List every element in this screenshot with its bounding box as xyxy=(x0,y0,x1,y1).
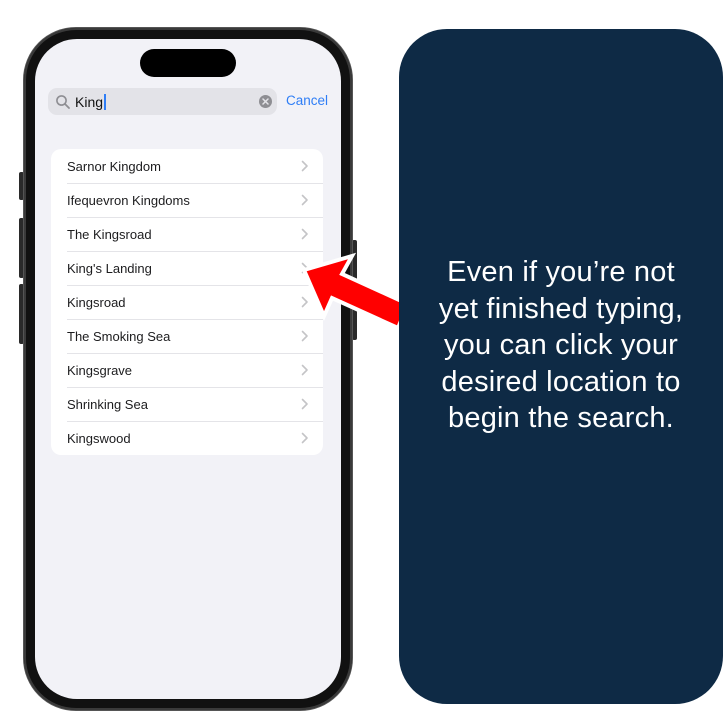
info-callout-card: Even if you’re not yet finished typing, … xyxy=(399,29,723,704)
chevron-right-icon xyxy=(301,398,309,410)
result-label: The Kingsroad xyxy=(67,226,152,242)
result-label: Ifequevron Kingdoms xyxy=(67,192,190,208)
result-row[interactable]: King's Landing xyxy=(51,251,323,285)
search-field[interactable]: King xyxy=(48,88,277,115)
chevron-right-icon xyxy=(301,194,309,206)
result-label: King's Landing xyxy=(67,260,152,276)
result-row[interactable]: The Smoking Sea xyxy=(51,319,323,353)
callout-line: you can click your xyxy=(443,329,679,362)
result-row[interactable]: Kingsgrave xyxy=(51,353,323,387)
cancel-button[interactable]: Cancel xyxy=(286,93,328,108)
clear-icon[interactable] xyxy=(259,95,272,108)
result-label: Kingsgrave xyxy=(67,362,133,378)
result-label: Sarnor Kingdom xyxy=(67,158,161,174)
chevron-right-icon xyxy=(301,432,309,444)
result-row[interactable]: Shrinking Sea xyxy=(51,387,323,421)
result-label: Kingsroad xyxy=(67,294,126,310)
phone-screen: King Cancel Sarnor Kingdom Ifequevron Kin… xyxy=(35,39,341,699)
search-icon xyxy=(55,94,71,110)
result-row[interactable]: Ifequevron Kingdoms xyxy=(51,183,323,217)
result-row[interactable]: Kingsroad xyxy=(51,285,323,319)
result-row[interactable]: Sarnor Kingdom xyxy=(51,149,323,183)
callout-line: desired location to xyxy=(441,365,681,398)
chevron-right-icon xyxy=(301,228,309,240)
result-label: The Smoking Sea xyxy=(67,328,171,344)
results-list: Sarnor Kingdom Ifequevron Kingdoms The Kin… xyxy=(51,149,323,455)
result-row[interactable]: The Kingsroad xyxy=(51,217,323,251)
text-cursor xyxy=(104,93,107,110)
callout-line: yet finished typing, xyxy=(438,292,684,325)
callout-text: Even if you’re not yet finished typing, … xyxy=(416,254,706,437)
search-input[interactable]: King xyxy=(75,93,107,110)
callout-line: begin the search. xyxy=(448,402,674,435)
dynamic-island xyxy=(140,49,236,77)
arrow-pointer-icon xyxy=(301,252,411,331)
result-label: Kingswood xyxy=(67,430,131,446)
chevron-right-icon xyxy=(301,160,309,172)
callout-line: Even if you’re not xyxy=(447,256,675,289)
phone-frame: King Cancel Sarnor Kingdom Ifequevron Kin… xyxy=(24,28,352,710)
chevron-right-icon xyxy=(301,364,309,376)
result-label: Shrinking Sea xyxy=(67,396,148,412)
result-row[interactable]: Kingswood xyxy=(51,421,323,455)
search-query-text: King xyxy=(75,93,104,110)
